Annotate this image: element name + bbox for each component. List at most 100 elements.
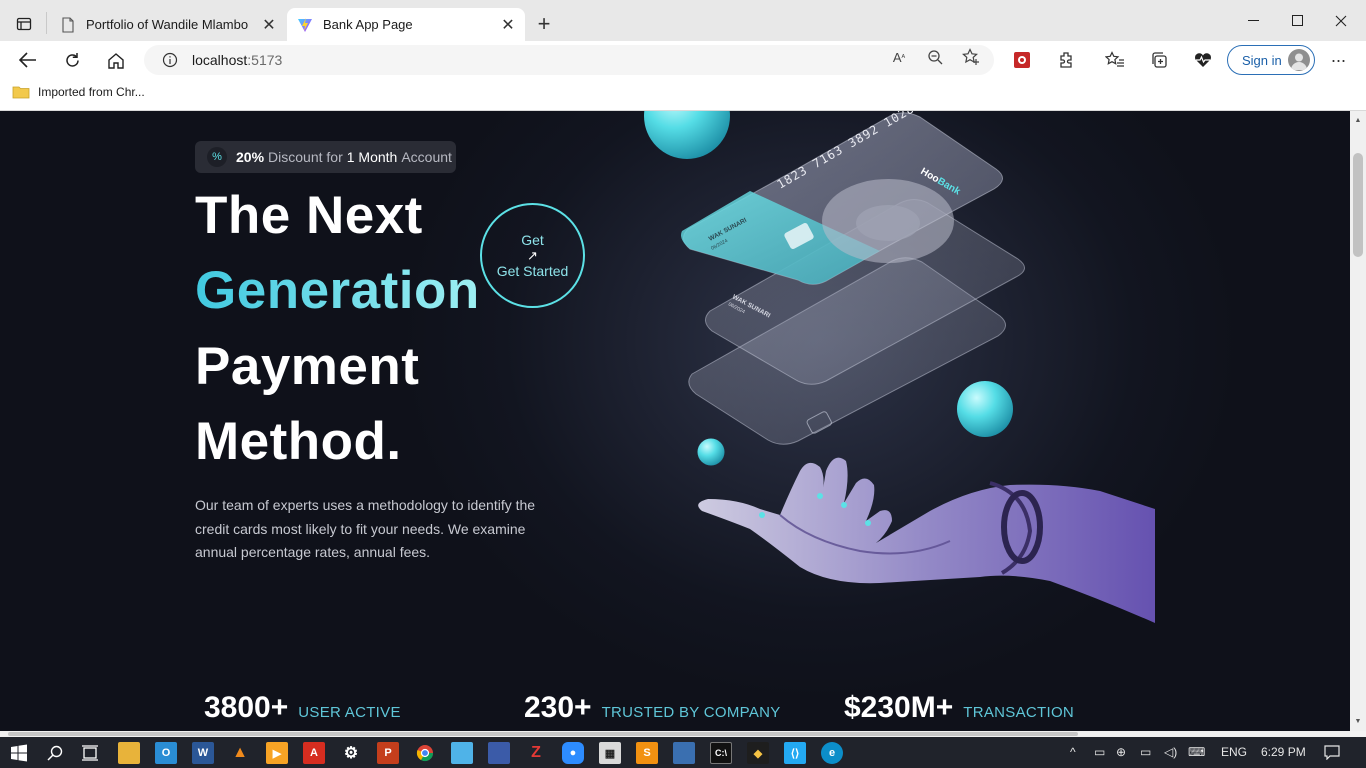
scroll-down-icon[interactable]: ▼ xyxy=(1350,714,1366,728)
zoom-icon[interactable]: ● xyxy=(562,742,584,764)
notifications-icon[interactable] xyxy=(1324,745,1340,763)
more-options-icon[interactable]: ··· xyxy=(1326,49,1350,71)
stat-value: 3800+ xyxy=(204,691,289,724)
taskbar: O W ▲ ▶ A ⚙ P Z ● ▦ S C:\ ◆ ⟨⟩ e ^ ▭ ⊕ ▭… xyxy=(0,737,1366,768)
zoom-out-icon[interactable] xyxy=(926,48,944,66)
stat-value: $230M+ xyxy=(844,691,954,724)
add-favorite-icon[interactable] xyxy=(962,48,980,66)
search-icon[interactable] xyxy=(44,742,66,764)
close-tab-icon[interactable]: ✕ xyxy=(497,14,519,36)
scrollbar-thumb[interactable] xyxy=(1353,153,1363,257)
stat-label: TRANSACTION xyxy=(963,704,1075,721)
sphere-top xyxy=(644,111,730,159)
sphere-right xyxy=(957,381,1013,437)
scroll-up-icon[interactable]: ▲ xyxy=(1350,113,1366,127)
tab-separator xyxy=(46,12,47,34)
windows-start-icon[interactable] xyxy=(8,742,30,764)
discount-text: Discount for xyxy=(268,149,343,165)
filezilla-icon[interactable]: Z xyxy=(525,742,547,764)
collections-icon[interactable] xyxy=(1148,49,1170,71)
discount-badge: % 20% Discount for 1 Month Account xyxy=(195,141,456,173)
powerpoint-icon[interactable]: P xyxy=(377,742,399,764)
get-started-top-label: Get xyxy=(521,231,544,248)
vertical-scrollbar[interactable]: ▲ ▼ xyxy=(1350,111,1366,731)
meet-now-icon[interactable]: ▭ xyxy=(1094,745,1105,759)
keyboard-icon[interactable]: ⌨ xyxy=(1188,745,1205,759)
vlc-icon[interactable]: ▲ xyxy=(229,742,251,764)
back-icon[interactable] xyxy=(12,45,44,75)
favorite-folder-imported[interactable]: Imported from Chr... xyxy=(12,85,145,99)
terminal-icon[interactable]: C:\ xyxy=(710,742,732,764)
language-indicator[interactable]: ENG xyxy=(1221,745,1247,759)
maximize-icon[interactable] xyxy=(1274,0,1320,41)
chrome-icon[interactable] xyxy=(414,742,436,764)
notepad-icon[interactable] xyxy=(451,742,473,764)
vscode-icon[interactable]: ⟨⟩ xyxy=(784,742,806,764)
battery-icon[interactable]: ▭ xyxy=(1140,745,1151,759)
app-blue-icon[interactable] xyxy=(488,742,510,764)
stat-label: USER ACTIVE xyxy=(298,704,401,721)
folder-icon xyxy=(12,86,30,99)
get-started-button[interactable]: Get ↗ Get Started xyxy=(480,203,585,308)
headline-line-2: Generation xyxy=(195,261,480,320)
stat-companies: 230+ TRUSTED BY COMPANY xyxy=(524,691,781,725)
tab-label: Portfolio of Wandile Mlambo xyxy=(86,17,249,32)
favorite-label: Imported from Chr... xyxy=(38,85,145,99)
get-started-label: Get Started xyxy=(496,262,569,279)
site-info-icon[interactable] xyxy=(162,52,178,68)
extension-red-icon[interactable] xyxy=(1011,49,1033,71)
close-tab-icon[interactable]: ✕ xyxy=(258,14,280,36)
page-icon xyxy=(60,16,76,33)
edge-icon[interactable]: e xyxy=(821,742,843,764)
discount-icon: % xyxy=(207,147,227,167)
avatar-icon xyxy=(1288,49,1310,71)
outlook-icon[interactable]: O xyxy=(155,742,177,764)
address-bar-row: localhost:5173 Aᴬ Sign in ··· xyxy=(0,41,1366,79)
discount-text-suffix: Account xyxy=(401,149,452,165)
tab-bank-app[interactable]: Bank App Page ✕ xyxy=(287,8,525,41)
tab-strip: Portfolio of Wandile Mlambo ✕ Bank App P… xyxy=(0,0,1366,41)
git-tool-icon[interactable]: ◆ xyxy=(747,742,769,764)
url-text[interactable]: localhost:5173 xyxy=(192,52,282,68)
word-icon[interactable]: W xyxy=(192,742,214,764)
volume-icon[interactable]: ◁) xyxy=(1164,745,1177,759)
sphere-small xyxy=(697,438,725,466)
tab-portfolio[interactable]: Portfolio of Wandile Mlambo ✕ xyxy=(50,8,286,41)
stat-label: TRUSTED BY COMPANY xyxy=(601,704,781,721)
refresh-icon[interactable] xyxy=(56,45,88,75)
network-icon[interactable]: ⊕ xyxy=(1116,745,1126,759)
media-player-icon[interactable]: ▶ xyxy=(266,742,288,764)
network-app-icon[interactable] xyxy=(673,742,695,764)
sign-in-button[interactable]: Sign in xyxy=(1227,45,1315,75)
read-aloud-icon[interactable]: Aᴬ xyxy=(890,48,908,66)
headline-line-3: Payment xyxy=(195,337,420,396)
page-viewport: % 20% Discount for 1 Month Account The N… xyxy=(0,111,1350,731)
new-tab-icon[interactable]: + xyxy=(532,11,556,36)
home-icon[interactable] xyxy=(100,45,132,75)
favorites-icon[interactable] xyxy=(1104,49,1126,71)
headline-line-1: The Next xyxy=(195,186,423,245)
sign-in-label: Sign in xyxy=(1242,52,1282,68)
hero-description: Our team of experts uses a methodology t… xyxy=(195,497,536,560)
arrow-up-right-icon: ↗ xyxy=(527,247,538,263)
clock[interactable]: 6:29 PM xyxy=(1261,745,1306,759)
address-bar[interactable]: localhost:5173 xyxy=(144,45,994,75)
extensions-icon[interactable] xyxy=(1055,49,1077,71)
tab-actions-icon[interactable] xyxy=(8,8,40,40)
health-heart-icon[interactable] xyxy=(1192,49,1214,71)
sublime-text-icon[interactable]: S xyxy=(636,742,658,764)
pdf-reader-icon[interactable]: A xyxy=(303,742,325,764)
hero-illustration: 1823 7163 3892 1028 HooBank WAK SUNARI 0… xyxy=(644,111,1155,623)
favorites-bar: Imported from Chr... xyxy=(0,79,1366,111)
settings-gear-icon[interactable]: ⚙ xyxy=(340,742,362,764)
minimize-icon[interactable] xyxy=(1230,0,1276,41)
tab-label: Bank App Page xyxy=(323,17,413,32)
stat-value: 230+ xyxy=(524,691,592,724)
task-view-icon[interactable] xyxy=(79,742,101,764)
show-hidden-icons[interactable]: ^ xyxy=(1070,745,1076,759)
calculator-icon[interactable]: ▦ xyxy=(599,742,621,764)
horizontal-scrollbar-thumb[interactable] xyxy=(8,732,1078,736)
close-window-icon[interactable] xyxy=(1318,0,1364,41)
file-explorer-icon[interactable] xyxy=(118,742,140,764)
headline-line-4: Method. xyxy=(195,412,402,471)
